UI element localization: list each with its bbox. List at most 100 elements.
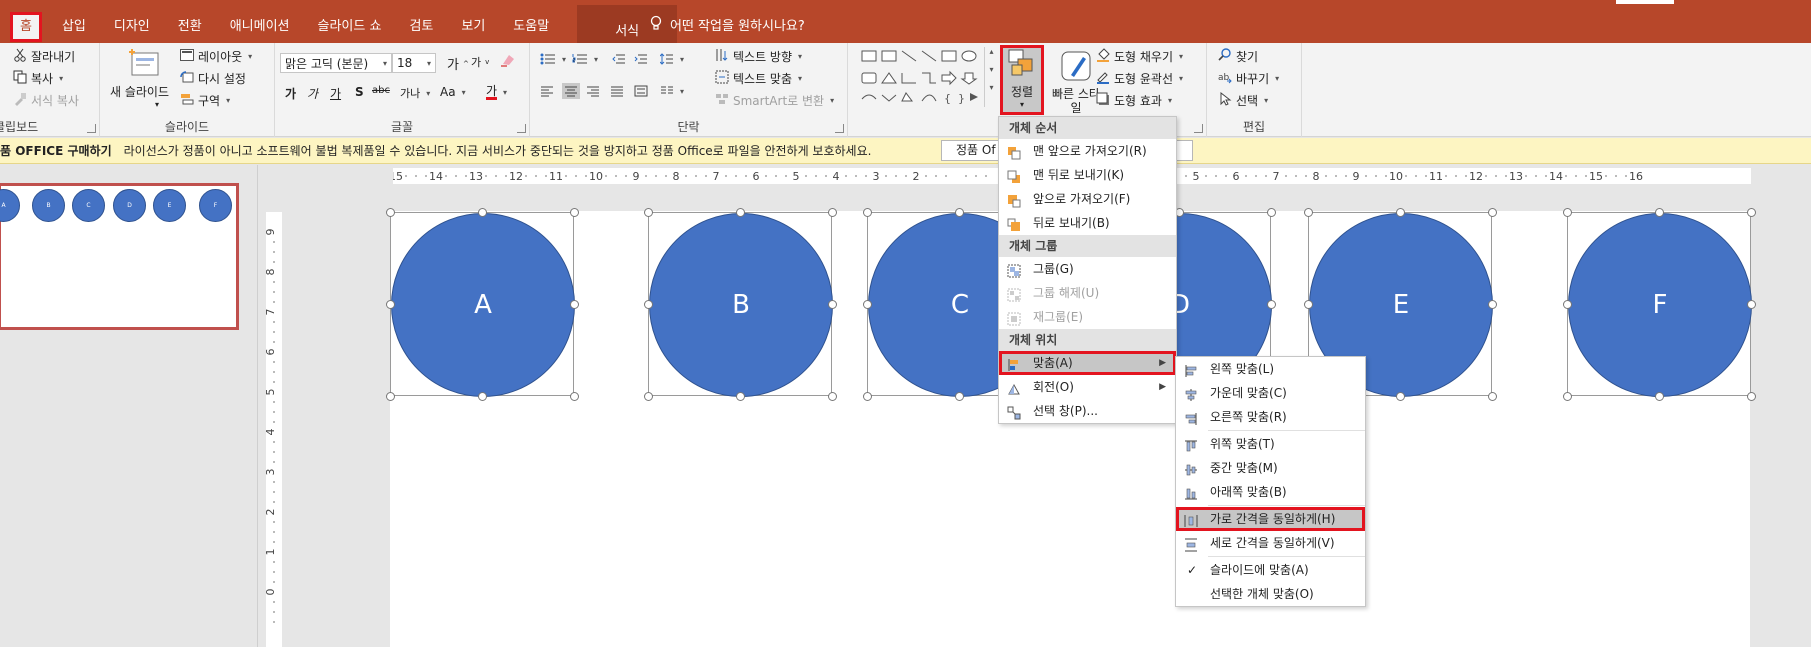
columns-button[interactable]: ▾ <box>660 85 684 97</box>
bring-to-front-item[interactable]: 맨 앞으로 가져오기(R) <box>999 139 1176 163</box>
resize-handle[interactable] <box>1267 300 1276 309</box>
resize-handle[interactable] <box>955 392 964 401</box>
resize-handle[interactable] <box>644 208 653 217</box>
font-size-combo[interactable]: 18 ▾ <box>392 53 436 73</box>
align-to-slide-item[interactable]: ✓ 슬라이드에 맞춤(A) <box>1176 558 1365 582</box>
grow-font-button[interactable]: 가 ^ <box>447 54 469 73</box>
align-middle-item[interactable]: 중간 맞춤(M) <box>1176 456 1365 480</box>
tab-home[interactable]: 홈 <box>10 11 42 42</box>
resize-handle[interactable] <box>1488 392 1497 401</box>
resize-handle[interactable] <box>1488 300 1497 309</box>
copy-button[interactable]: 복사 ▾ <box>13 70 63 87</box>
select-button[interactable]: 선택 ▾ <box>1218 91 1268 109</box>
align-left-item[interactable]: 왼쪽 맞춤(L) <box>1176 357 1365 381</box>
arrange-button[interactable]: 정렬 ▾ <box>1000 45 1044 115</box>
align-center-item[interactable]: 가운데 맞춤(C) <box>1176 381 1365 405</box>
tab-review[interactable]: 검토 <box>395 10 447 43</box>
align-right-button[interactable] <box>586 85 600 97</box>
tab-design[interactable]: 디자인 <box>100 10 164 43</box>
layout-button[interactable]: 레이아웃 ▾ <box>180 48 252 65</box>
resize-handle[interactable] <box>1304 208 1313 217</box>
align-text-button[interactable]: 텍스트 맞춤 ▾ <box>715 70 802 87</box>
new-slide-dropdown[interactable]: ▾ <box>155 100 159 109</box>
resize-handle[interactable] <box>1747 300 1756 309</box>
replace-button[interactable]: ab 바꾸기 ▾ <box>1218 70 1279 87</box>
clipboard-launcher[interactable] <box>87 124 96 133</box>
resize-handle[interactable] <box>570 392 579 401</box>
quick-styles-button[interactable]: 빠른 스타일 <box>1051 47 1101 117</box>
decrease-indent-button[interactable] <box>612 53 626 65</box>
tab-animations[interactable]: 애니메이션 <box>216 10 304 43</box>
resize-handle[interactable] <box>386 208 395 217</box>
resize-handle[interactable] <box>736 208 745 217</box>
resize-handle[interactable] <box>570 300 579 309</box>
resize-handle[interactable] <box>1488 208 1497 217</box>
resize-handle[interactable] <box>1655 392 1664 401</box>
rotate-item[interactable]: 회전(O) ▶ <box>999 375 1176 399</box>
resize-handle[interactable] <box>955 208 964 217</box>
resize-handle[interactable] <box>828 208 837 217</box>
numbering-button[interactable]: ▾ <box>572 53 598 65</box>
resize-handle[interactable] <box>1747 208 1756 217</box>
align-left-button[interactable] <box>540 85 554 97</box>
justify-button[interactable] <box>610 85 624 97</box>
distribute-vertically-item[interactable]: 세로 간격을 동일하게(V) <box>1176 531 1365 555</box>
shape-effects-button[interactable]: 도형 효과 ▾ <box>1096 92 1172 109</box>
new-slide-icon[interactable] <box>126 47 160 82</box>
resize-handle[interactable] <box>1396 208 1405 217</box>
selected-shape[interactable]: B <box>644 208 837 401</box>
shapes-gallery[interactable]: { } <box>860 49 990 109</box>
resize-handle[interactable] <box>1655 208 1664 217</box>
italic-button[interactable]: 가 <box>307 85 318 102</box>
shadow-button[interactable]: S <box>355 85 364 99</box>
resize-handle[interactable] <box>863 208 872 217</box>
circle-shape[interactable]: B <box>649 213 833 397</box>
bold-button[interactable]: 가 <box>285 85 296 102</box>
selection-pane-item[interactable]: 선택 창(P)... <box>999 399 1176 423</box>
cut-button[interactable]: 잘라내기 <box>13 48 75 65</box>
resize-handle[interactable] <box>1747 392 1756 401</box>
tell-me-search[interactable]: 어떤 작업을 원하시나요? <box>650 10 805 43</box>
align-right-item[interactable]: 오른쪽 맞춤(R) <box>1176 405 1365 429</box>
shape-outline-button[interactable]: 도형 윤곽선 ▾ <box>1096 70 1183 87</box>
circle-shape[interactable]: A <box>391 213 575 397</box>
resize-handle[interactable] <box>828 300 837 309</box>
resize-handle[interactable] <box>736 392 745 401</box>
text-direction-button[interactable]: 텍스트 방향 ▾ <box>715 48 802 65</box>
resize-handle[interactable] <box>863 392 872 401</box>
tab-help[interactable]: 도움말 <box>499 10 563 43</box>
line-spacing-button[interactable]: ▾ <box>660 53 684 65</box>
underline-button[interactable]: 가 <box>330 85 341 102</box>
resize-handle[interactable] <box>828 392 837 401</box>
send-backward-item[interactable]: 뒤로 보내기(B) <box>999 211 1176 235</box>
selected-shape[interactable]: F <box>1563 208 1756 401</box>
change-case-button[interactable]: Aa ▾ <box>440 85 466 99</box>
new-slide-button[interactable]: 새 슬라이드 <box>110 83 169 100</box>
regroup-item[interactable]: 재그룹(E) <box>999 305 1176 329</box>
drawing-launcher[interactable] <box>1194 124 1203 133</box>
resize-handle[interactable] <box>1267 208 1276 217</box>
title-bar-control[interactable] <box>1616 0 1674 4</box>
resize-handle[interactable] <box>386 392 395 401</box>
distribute-horizontally-item[interactable]: 가로 간격을 동일하게(H) <box>1176 507 1365 531</box>
font-launcher[interactable] <box>517 124 526 133</box>
find-button[interactable]: 찾기 <box>1218 48 1258 65</box>
selected-shape[interactable]: A <box>386 208 579 401</box>
resize-handle[interactable] <box>644 300 653 309</box>
circle-shape[interactable]: F <box>1568 213 1752 397</box>
paragraph-launcher[interactable] <box>835 124 844 133</box>
distribute-button[interactable] <box>634 85 648 97</box>
reset-button[interactable]: 다시 설정 <box>180 70 246 87</box>
resize-handle[interactable] <box>1304 300 1313 309</box>
resize-handle[interactable] <box>863 300 872 309</box>
clear-format-icon[interactable] <box>500 53 516 67</box>
shapes-gallery-scroll[interactable]: ▴ ▾ ▾ <box>984 47 998 107</box>
tab-transitions[interactable]: 전환 <box>164 10 216 43</box>
resize-handle[interactable] <box>644 392 653 401</box>
font-color-button[interactable]: 가 ▾ <box>486 85 507 100</box>
format-painter-button[interactable]: 서식 복사 <box>13 92 79 109</box>
shape-fill-button[interactable]: 도형 채우기 ▾ <box>1096 48 1183 65</box>
section-button[interactable]: 구역 ▾ <box>180 92 230 109</box>
resize-handle[interactable] <box>1563 300 1572 309</box>
tab-view[interactable]: 보기 <box>447 10 499 43</box>
